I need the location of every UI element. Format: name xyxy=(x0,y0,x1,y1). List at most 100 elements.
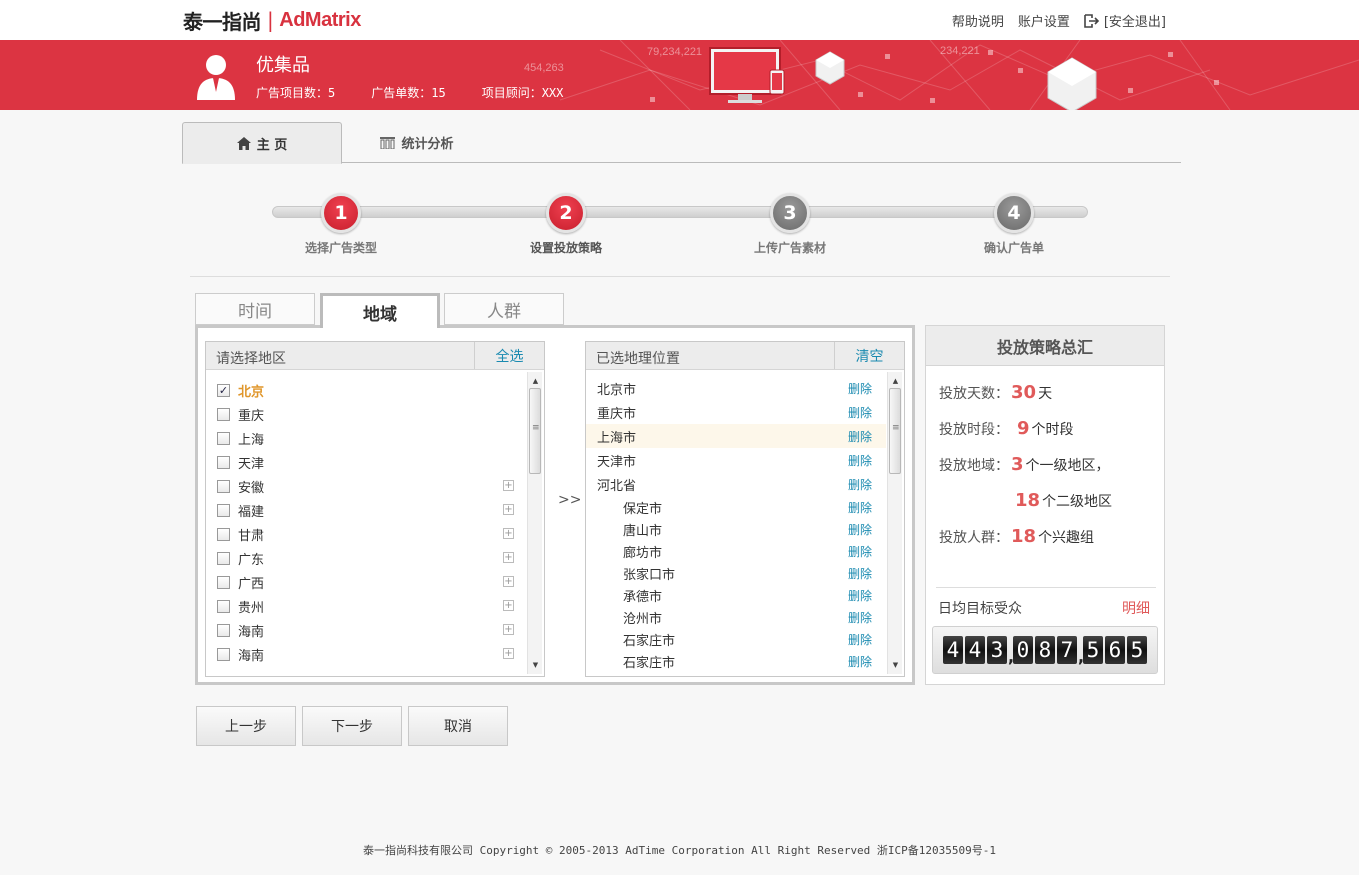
selected-scrollbar[interactable]: ▲ ▼ xyxy=(887,372,902,674)
region-item[interactable]: 福建 + xyxy=(206,498,526,522)
delete-button[interactable]: 删除 xyxy=(848,631,872,648)
region-item[interactable]: 海南 + xyxy=(206,618,526,642)
delete-button[interactable]: 删除 xyxy=(848,521,872,538)
logout-label: [安全退出] xyxy=(1103,15,1166,30)
region-item[interactable]: 安徽 + xyxy=(206,474,526,498)
counter-digit: 4 xyxy=(965,636,985,664)
delete-button[interactable]: 删除 xyxy=(848,404,872,421)
logo[interactable]: 泰一指尚 | AdMatrix xyxy=(183,8,361,34)
tab-statistics[interactable]: 统计分析 xyxy=(372,122,462,163)
step-1[interactable]: 1 选择广告类型 xyxy=(281,193,401,256)
delete-button[interactable]: 删除 xyxy=(848,609,872,626)
audience-counter: 443,087,565 xyxy=(932,626,1158,674)
top-links: 帮助说明 账户设置 [安全退出] xyxy=(952,11,1166,30)
region-checkbox[interactable] xyxy=(217,551,230,565)
delete-button[interactable]: 删除 xyxy=(848,653,872,670)
banner-ghost-number: 79,234,221 xyxy=(647,46,703,58)
detail-link[interactable]: 明细 xyxy=(1122,598,1150,618)
scroll-down-icon[interactable]: ▼ xyxy=(528,658,543,672)
region-checkbox[interactable] xyxy=(217,599,230,613)
account-stats: 广告项目数：5 广告单数：15 项目顾问：XXX xyxy=(256,84,599,101)
region-item-label: 重庆 xyxy=(238,408,265,424)
region-checkbox[interactable] xyxy=(217,647,230,661)
delete-button[interactable]: 删除 xyxy=(848,452,872,469)
help-link[interactable]: 帮助说明 xyxy=(952,11,1004,30)
counter-digit: 5 xyxy=(1083,636,1103,664)
region-item[interactable]: 贵州 + xyxy=(206,594,526,618)
region-checkbox[interactable] xyxy=(217,623,230,637)
region-checkbox[interactable] xyxy=(217,575,230,589)
region-item-label: 天津 xyxy=(238,456,265,472)
selected-location-item: 沧州市 删除 xyxy=(586,606,886,628)
counter-digit: 4 xyxy=(943,636,963,664)
selected-location-label: 承德市 xyxy=(623,589,663,605)
expand-icon[interactable]: + xyxy=(503,624,514,635)
order-count: 广告单数：15 xyxy=(371,86,446,100)
expand-icon[interactable]: + xyxy=(503,576,514,587)
account-settings-link[interactable]: 账户设置 xyxy=(1018,11,1070,30)
summary-crowd: 投放人群： 18 个兴趣组 xyxy=(939,526,1094,547)
region-item[interactable]: 天津 xyxy=(206,450,526,474)
cancel-button[interactable]: 取消 xyxy=(408,706,508,746)
clear-all-button[interactable]: 清空 xyxy=(834,342,904,369)
scroll-up-icon[interactable]: ▲ xyxy=(528,374,543,388)
region-checkbox[interactable] xyxy=(217,527,230,541)
tab-region[interactable]: 地域 xyxy=(320,293,440,328)
region-checkbox[interactable] xyxy=(217,455,230,469)
move-arrow[interactable]: >> xyxy=(558,492,581,508)
expand-icon[interactable]: + xyxy=(503,480,514,491)
delete-button[interactable]: 删除 xyxy=(848,565,872,582)
step-4-label: 确认广告单 xyxy=(983,241,1044,255)
delete-button[interactable]: 删除 xyxy=(848,476,872,493)
region-item[interactable]: 广东 + xyxy=(206,546,526,570)
selected-rows: 北京市 删除 重庆市 删除 上海市 删除 天津市 删除 河北省 删除 保定市 删除 唐山市 删除 廊坊市 删除… xyxy=(586,376,886,672)
region-item[interactable]: 甘肃 + xyxy=(206,522,526,546)
step-2[interactable]: 2 设置投放策略 xyxy=(506,193,626,256)
region-checkbox[interactable] xyxy=(217,479,230,493)
delete-button[interactable]: 删除 xyxy=(848,587,872,604)
prev-button[interactable]: 上一步 xyxy=(196,706,296,746)
delete-button[interactable]: 删除 xyxy=(848,499,872,516)
delete-button[interactable]: 删除 xyxy=(848,428,872,445)
expand-icon[interactable]: + xyxy=(503,648,514,659)
region-checkbox[interactable] xyxy=(217,503,230,517)
scroll-down-icon[interactable]: ▼ xyxy=(888,658,903,672)
delete-button[interactable]: 删除 xyxy=(848,543,872,560)
days-label: 投放天数： xyxy=(939,386,1009,402)
region-item[interactable]: 海南 + xyxy=(206,642,526,666)
expand-icon[interactable]: + xyxy=(503,552,514,563)
region-checkbox[interactable]: ✓ xyxy=(217,383,230,397)
region-item[interactable]: ✓ 北京 xyxy=(206,378,526,402)
step-2-circle: 2 xyxy=(546,193,586,233)
region-checkbox[interactable] xyxy=(217,431,230,445)
tab-audience[interactable]: 人群 xyxy=(444,293,564,325)
tab-home[interactable]: 主 页 xyxy=(182,122,342,164)
logout-link[interactable]: [安全退出] xyxy=(1084,11,1166,30)
selected-location-label: 河北省 xyxy=(597,478,637,494)
region-scrollbar[interactable]: ▲ ▼ xyxy=(527,372,542,674)
tab-statistics-label: 统计分析 xyxy=(401,137,454,152)
expand-icon[interactable]: + xyxy=(503,504,514,515)
region-item[interactable]: 广西 + xyxy=(206,570,526,594)
selected-location-item: 天津市 删除 xyxy=(586,448,886,472)
scroll-thumb[interactable] xyxy=(529,388,541,474)
expand-icon[interactable]: + xyxy=(503,528,514,539)
logout-icon xyxy=(1084,13,1099,28)
tab-time[interactable]: 时间 xyxy=(195,293,315,325)
expand-icon[interactable]: + xyxy=(503,600,514,611)
select-all-button[interactable]: 全选 xyxy=(474,342,544,369)
region-item[interactable]: 上海 xyxy=(206,426,526,450)
step-4[interactable]: 4 确认广告单 xyxy=(954,193,1074,256)
counter-digit: 8 xyxy=(1035,636,1055,664)
selected-location-item: 石家庄市 删除 xyxy=(586,628,886,650)
top-bar: 泰一指尚 | AdMatrix 帮助说明 账户设置 [安全退出] xyxy=(0,0,1359,40)
next-button[interactable]: 下一步 xyxy=(302,706,402,746)
slots-unit: 个时段 xyxy=(1031,422,1074,438)
region-checkbox[interactable] xyxy=(217,407,230,421)
scroll-thumb[interactable] xyxy=(889,388,901,474)
scroll-up-icon[interactable]: ▲ xyxy=(888,374,903,388)
delete-button[interactable]: 删除 xyxy=(848,380,872,397)
step-3[interactable]: 3 上传广告素材 xyxy=(730,193,850,256)
region-item[interactable]: 重庆 xyxy=(206,402,526,426)
selected-location-label: 北京市 xyxy=(597,382,637,398)
